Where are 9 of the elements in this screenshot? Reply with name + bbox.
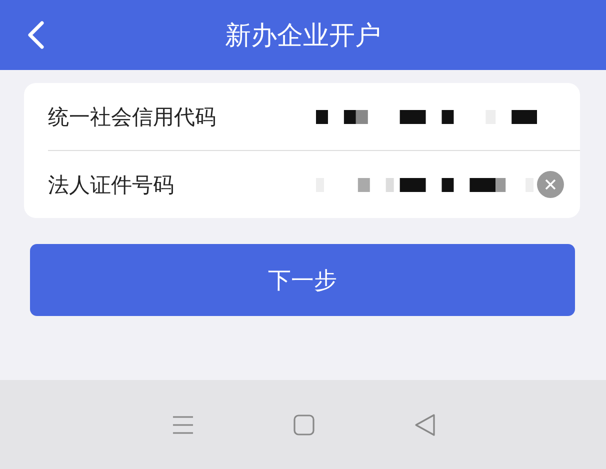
clear-icon[interactable]	[537, 171, 564, 198]
field-label: 法人证件号码	[48, 172, 175, 198]
menu-icon[interactable]	[172, 414, 194, 434]
back-icon[interactable]	[414, 412, 436, 436]
field-label: 统一社会信用代码	[48, 104, 217, 130]
home-icon[interactable]	[292, 414, 315, 436]
page-title: 新办企业开户	[225, 20, 381, 52]
back-icon[interactable]	[26, 20, 46, 50]
next-button[interactable]: 下一步	[30, 244, 575, 316]
